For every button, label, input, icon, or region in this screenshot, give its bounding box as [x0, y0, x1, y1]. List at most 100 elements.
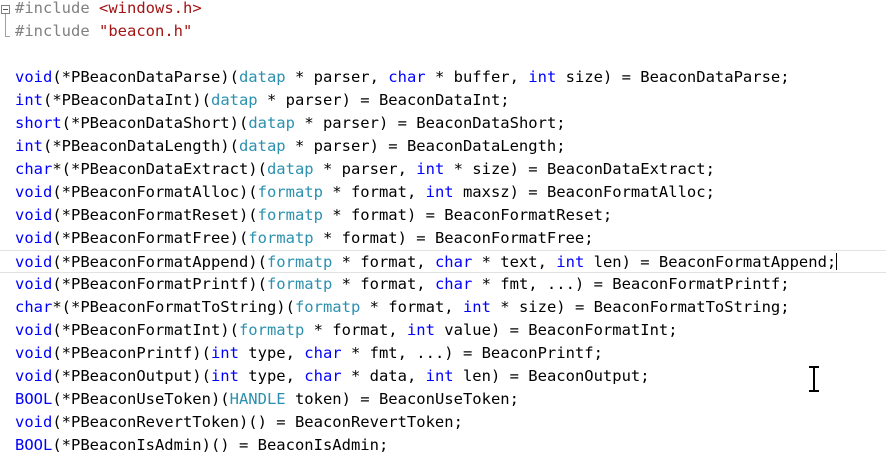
code-token: size) = BeaconDataParse; — [556, 68, 790, 86]
keyword-token: int — [425, 183, 454, 201]
keyword-token: int — [462, 298, 491, 316]
keyword-token: char — [434, 253, 473, 271]
preprocessor-directive: #include — [15, 0, 90, 17]
keyword-token: void — [15, 183, 53, 201]
keyword-token: void — [15, 68, 53, 86]
code-line[interactable]: int(*PBeaconDataInt)(datap * parser) = B… — [0, 89, 886, 112]
keyword-token: char — [304, 367, 342, 385]
code-line[interactable]: void(*PBeaconRevertToken)() = BeaconReve… — [0, 411, 886, 434]
type-token: formatp — [294, 298, 361, 316]
code-line[interactable]: void(*PBeaconPrintf)(int type, char * fm… — [0, 342, 886, 365]
code-token: (*PBeaconPrintf)( — [52, 344, 211, 362]
code-line[interactable]: char*(*PBeaconFormatToString)(formatp * … — [0, 296, 886, 319]
include-line[interactable]: #include "beacon.h" — [0, 20, 886, 43]
code-token: * size) = BeaconFormatToString; — [490, 298, 790, 316]
code-token: type, — [238, 367, 305, 385]
code-line[interactable]: char*(*PBeaconDataExtract)(datap * parse… — [0, 158, 886, 181]
type-token: datap — [238, 68, 286, 86]
code-token: * size) = BeaconDataExtract; — [444, 160, 715, 178]
code-token: (*PBeaconDataLength)( — [43, 137, 239, 155]
code-token: len) = BeaconOutput; — [453, 367, 650, 385]
type-token: formatp — [266, 275, 333, 293]
type-token: formatp — [257, 206, 323, 224]
code-token: (*PBeaconFormatAppend)( — [52, 253, 267, 271]
code-token: (*PBeaconOutput)( — [52, 367, 211, 385]
type-token: datap — [238, 137, 286, 155]
keyword-token: void — [15, 275, 53, 293]
type-token: formatp — [238, 321, 305, 339]
keyword-token: void — [15, 321, 53, 339]
code-token: len) = BeaconFormatAppend; — [584, 253, 837, 271]
code-token: (*PBeaconUseToken)( — [52, 390, 230, 408]
code-token: (*PBeaconFormatReset)( — [52, 206, 258, 224]
code-token: * format, — [332, 253, 435, 271]
keyword-token: int — [15, 91, 43, 109]
code-token: (*PBeaconFormatFree)( — [52, 229, 249, 247]
code-token: * parser) = BeaconDataShort; — [294, 114, 566, 132]
keyword-token: char — [15, 160, 53, 178]
code-line[interactable]: short(*PBeaconDataShort)(datap * parser)… — [0, 112, 886, 135]
code-token: * fmt, ...) = BeaconPrintf; — [341, 344, 603, 362]
code-token: * format, — [332, 275, 435, 293]
code-token: token) = BeaconUseToken; — [285, 390, 519, 408]
code-token: * fmt, ...) = BeaconFormatPrintf; — [472, 275, 790, 293]
code-token: (*PBeaconFormatInt)( — [52, 321, 239, 339]
type-token: formatp — [248, 229, 314, 247]
keyword-token: int — [416, 160, 445, 178]
code-line[interactable]: void(*PBeaconFormatReset)(formatp * form… — [0, 204, 886, 227]
code-line[interactable]: BOOL(*PBeaconIsAdmin)() = BeaconIsAdmin; — [0, 434, 886, 457]
keyword-token: char — [15, 298, 53, 316]
keyword-token: int — [210, 344, 239, 362]
code-line[interactable]: void(*PBeaconFormatInt)(formatp * format… — [0, 319, 886, 342]
code-token: * format, — [322, 183, 426, 201]
keyword-token: void — [15, 344, 53, 362]
code-token: * parser) = BeaconDataInt; — [257, 91, 510, 109]
code-token: maxsz) = BeaconFormatAlloc; — [453, 183, 715, 201]
code-token: (*PBeaconDataInt)( — [43, 91, 211, 109]
keyword-token: int — [210, 367, 239, 385]
code-token: * format, — [304, 321, 407, 339]
keyword-token: int — [528, 68, 557, 86]
code-token: (*PBeaconRevertToken)() = BeaconRevertTo… — [52, 413, 463, 431]
code-token: *(*PBeaconFormatToString)( — [52, 298, 295, 316]
code-editor[interactable]: #include <windows.h> #include "beacon.h"… — [0, 0, 886, 454]
keyword-token: BOOL — [15, 390, 53, 408]
i-beam-cursor-icon — [809, 366, 819, 392]
keyword-token: void — [15, 253, 53, 271]
keyword-token: char — [434, 275, 473, 293]
include-header: <windows.h> — [99, 0, 202, 17]
code-line[interactable]: void(*PBeaconDataParse)(datap * parser, … — [0, 66, 886, 89]
keyword-token: void — [15, 413, 53, 431]
code-token: value) = BeaconFormatInt; — [434, 321, 678, 339]
type-token: datap — [210, 91, 258, 109]
code-token: type, — [238, 344, 305, 362]
code-line[interactable]: int(*PBeaconDataLength)(datap * parser) … — [0, 135, 886, 158]
code-line[interactable]: void(*PBeaconFormatPrintf)(formatp * for… — [0, 273, 886, 296]
include-line[interactable]: #include <windows.h> — [0, 0, 886, 20]
code-token: * format) = BeaconFormatFree; — [313, 229, 594, 247]
type-token: HANDLE — [229, 390, 286, 408]
code-token: (*PBeaconDataParse)( — [52, 68, 239, 86]
type-token: datap — [248, 114, 295, 132]
keyword-token: int — [425, 367, 454, 385]
keyword-token: char — [304, 344, 342, 362]
keyword-token: BOOL — [15, 436, 53, 454]
code-line[interactable]: void(*PBeaconFormatAlloc)(formatp * form… — [0, 181, 886, 204]
code-token: * data, — [341, 367, 426, 385]
code-line[interactable]: void(*PBeaconFormatFree)(formatp * forma… — [0, 227, 886, 250]
code-line[interactable]: void(*PBeaconOutput)(int type, char * da… — [0, 365, 886, 388]
code-token: (*PBeaconFormatAlloc)( — [52, 183, 258, 201]
code-token: * parser) = BeaconDataLength; — [285, 137, 566, 155]
keyword-token: void — [15, 229, 53, 247]
code-token: * format, — [360, 298, 463, 316]
code-line[interactable]: BOOL(*PBeaconUseToken)(HANDLE token) = B… — [0, 388, 886, 411]
code-line[interactable]: void(*PBeaconFormatAppend)(formatp * for… — [0, 250, 886, 273]
type-token: datap — [266, 160, 314, 178]
code-token: (*PBeaconFormatPrintf)( — [52, 275, 267, 293]
keyword-token: int — [15, 137, 43, 155]
code-token: * parser, — [313, 160, 417, 178]
type-token: formatp — [257, 183, 323, 201]
code-token: * buffer, — [425, 68, 529, 86]
type-token: formatp — [266, 253, 333, 271]
text-caret — [836, 253, 838, 270]
